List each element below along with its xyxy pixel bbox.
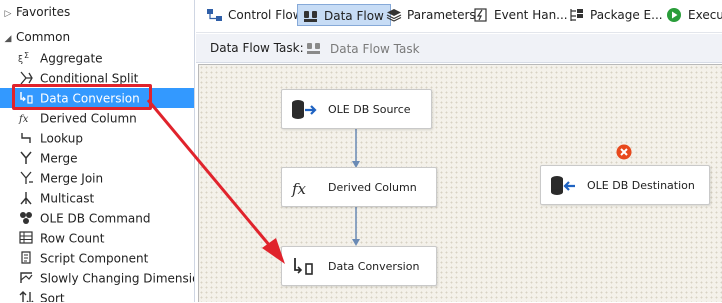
collapse-arrow-icon[interactable]: ◢ bbox=[0, 29, 16, 49]
toolbox-item-script-component[interactable]: Script Component bbox=[0, 248, 194, 268]
designer-tab-bar: Control Flow Data Flow Parameters Event … bbox=[196, 0, 722, 33]
toolbox-item-row-count[interactable]: Row Count bbox=[0, 228, 194, 248]
toolbox-item-multicast[interactable]: Multicast bbox=[0, 188, 194, 208]
expand-arrow-icon[interactable]: ▷ bbox=[0, 4, 16, 24]
toolbox-group-common[interactable]: ◢ Common bbox=[0, 27, 194, 49]
derived-column-icon: fx bbox=[18, 114, 29, 125]
node-ole-db-destination[interactable]: OLE DB Destination bbox=[540, 165, 710, 205]
node-derived-column[interactable]: fx Derived Column bbox=[281, 167, 437, 207]
toolbox-item-ole-db-command[interactable]: OLE DB Command bbox=[0, 208, 194, 228]
data-flow-task-icon bbox=[307, 42, 320, 54]
tab-event-handlers[interactable]: Event Han... bbox=[468, 4, 574, 26]
toolbox-item-sort[interactable]: Sort bbox=[0, 288, 194, 302]
data-flow-task-value: Data Flow Task bbox=[330, 42, 420, 56]
path-derived-to-conversion[interactable] bbox=[352, 207, 360, 246]
data-conversion-icon bbox=[294, 258, 313, 275]
toolbox-item-derived-column[interactable]: fx Derived Column bbox=[0, 108, 194, 128]
aggregate-icon: ξ Σ bbox=[18, 51, 29, 65]
toolbox-item-slowly-changing-dimension[interactable]: Slowly Changing Dimension bbox=[0, 268, 194, 288]
data-conversion-icon bbox=[20, 91, 33, 104]
node-data-conversion[interactable]: Data Conversion bbox=[281, 246, 437, 286]
toolbox-item-lookup[interactable]: Lookup bbox=[0, 128, 194, 148]
event-handlers-icon bbox=[474, 7, 487, 22]
toolbox-item-conditional-split[interactable]: Conditional Split bbox=[0, 68, 194, 88]
error-icon[interactable] bbox=[616, 144, 632, 160]
parameters-icon bbox=[386, 8, 402, 22]
tab-execution[interactable]: Executi bbox=[662, 4, 722, 26]
sssis-toolbox: ▷ Favorites ◢ Common ξ Σ Aggregate Conditi… bbox=[0, 0, 195, 302]
derived-column-icon: fx bbox=[291, 180, 307, 198]
script-component-icon bbox=[21, 250, 31, 264]
data-flow-task-select[interactable]: Data Flow Task bbox=[302, 38, 722, 60]
ole-db-source-icon bbox=[292, 100, 317, 119]
multicast-icon bbox=[20, 191, 32, 204]
data-flow-task-label: Data Flow Task: bbox=[210, 41, 304, 55]
ole-db-destination-icon bbox=[551, 176, 575, 195]
lookup-icon bbox=[21, 132, 31, 143]
execution-icon bbox=[667, 7, 681, 22]
package-explorer-icon bbox=[570, 8, 583, 21]
data-flow-icon bbox=[304, 10, 317, 22]
toolbox-group-favorites[interactable]: ▷ Favorites bbox=[0, 2, 194, 24]
svg-text:ξ: ξ bbox=[18, 55, 23, 65]
tab-parameters[interactable]: Parameters bbox=[381, 4, 482, 26]
conditional-split-icon bbox=[20, 71, 33, 84]
toolbox-item-merge[interactable]: Merge bbox=[0, 148, 194, 168]
slowly-changing-dimension-icon bbox=[20, 271, 33, 283]
toolbox-item-aggregate[interactable]: ξ Σ Aggregate bbox=[0, 48, 194, 68]
svg-text:fx: fx bbox=[291, 180, 307, 198]
control-flow-icon bbox=[207, 8, 222, 21]
sort-icon bbox=[19, 290, 34, 302]
merge-icon bbox=[20, 151, 32, 164]
data-flow-design-canvas[interactable]: OLE DB Source fx Derived Column Data Con… bbox=[198, 64, 722, 302]
svg-text:Σ: Σ bbox=[24, 51, 29, 60]
data-flow-task-bar: Data Flow Task: Data Flow Task bbox=[196, 34, 722, 63]
row-count-icon bbox=[19, 230, 33, 244]
tab-package-explorer[interactable]: Package E... bbox=[564, 4, 669, 26]
node-ole-db-source[interactable]: OLE DB Source bbox=[281, 89, 432, 129]
ole-db-command-icon bbox=[20, 211, 32, 224]
path-source-to-derived[interactable] bbox=[352, 127, 360, 168]
svg-text:fx: fx bbox=[18, 114, 29, 125]
tab-control-flow[interactable]: Control Flow bbox=[202, 4, 309, 26]
toolbox-item-data-conversion[interactable]: Data Conversion bbox=[0, 88, 194, 108]
merge-join-icon bbox=[20, 171, 33, 184]
tab-data-flow[interactable]: Data Flow bbox=[297, 4, 391, 26]
toolbox-item-merge-join[interactable]: Merge Join bbox=[0, 168, 194, 188]
